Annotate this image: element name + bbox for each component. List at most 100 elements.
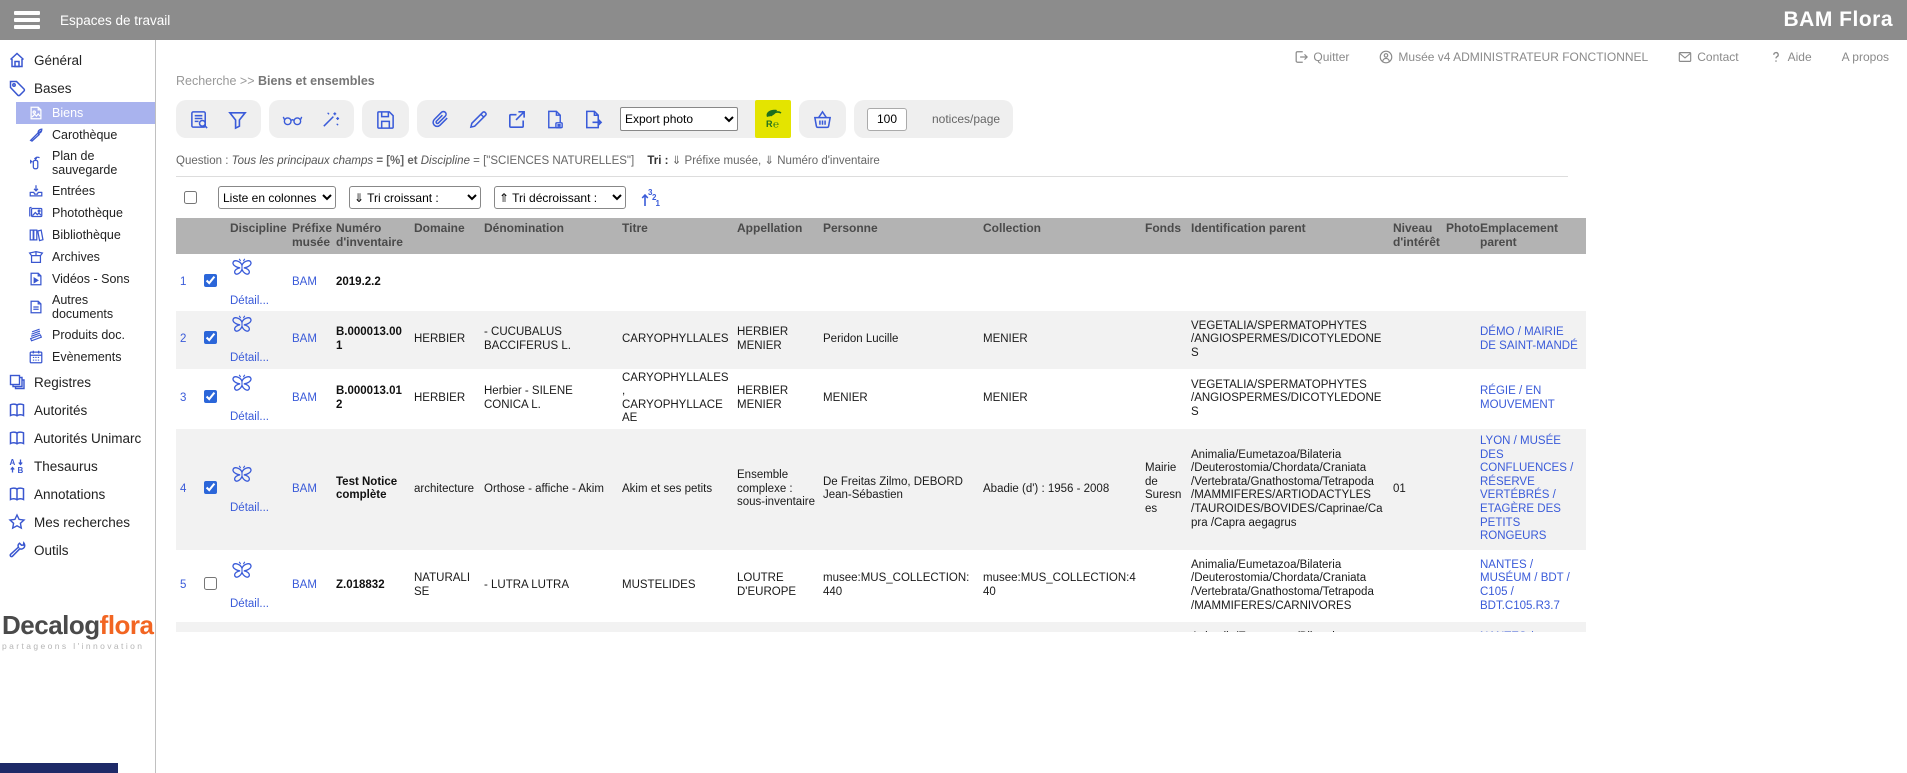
sidebar-item-registres[interactable]: Registres [0, 368, 155, 396]
sidebar-item-general[interactable]: Général [0, 46, 155, 74]
file-export-icon[interactable] [582, 109, 603, 130]
row-number-link[interactable]: 5 [180, 579, 186, 591]
row-checkbox[interactable] [204, 577, 217, 590]
row-number-link[interactable]: 4 [180, 483, 186, 495]
sidebar-item-archives[interactable]: Archives [0, 246, 155, 268]
sort-desc-select[interactable]: ⇑ Tri décroissant : [494, 186, 626, 209]
wrench-icon [8, 541, 26, 559]
sidebar-item-autorites-unimarc[interactable]: Autorités Unimarc [0, 424, 155, 452]
cell-emplacement-parent[interactable]: NANTES / MUSÉUM / BDT / C105 / BDT.C105.… [1480, 559, 1570, 612]
sidebar-item-bibliotheque[interactable]: Bibliothèque [0, 224, 155, 246]
sidebar-item-mes-recherches[interactable]: Mes recherches [0, 508, 155, 536]
page-size-input[interactable] [867, 108, 907, 131]
contact-link[interactable]: Contact [1678, 50, 1738, 64]
display-mode-select[interactable]: Liste en colonnes [218, 186, 336, 209]
sidebar-item-produits-doc[interactable]: Produits doc. [0, 324, 155, 346]
cell-prefixe-musee[interactable]: BAM [292, 483, 317, 495]
sidebar-item-evenements[interactable]: Evènements [0, 346, 155, 368]
filter-icon[interactable] [227, 109, 248, 130]
row-checkbox[interactable] [204, 481, 217, 494]
sidebar-item-bases[interactable]: Bases [0, 74, 155, 102]
sidebar-item-label: Biens [52, 106, 83, 120]
cell-emplacement-parent[interactable]: DÉMO / MAIRIE DE SAINT-MANDÉ [1480, 326, 1578, 352]
svg-text:B: B [18, 466, 24, 475]
sort-asc-select[interactable]: ⇓ Tri croissant : [349, 186, 481, 209]
glasses-icon[interactable] [282, 109, 303, 130]
cell-prefixe-musee[interactable]: BAM [292, 276, 317, 288]
sidebar-item-outils[interactable]: Outils [0, 536, 155, 564]
sidebar-item-phototheque[interactable]: Photothèque [0, 202, 155, 224]
cell-identification-parent: VEGETALIA/SPERMATOPHYTES /ANGIOSPERMES/D… [1187, 311, 1389, 369]
file-print-icon[interactable] [544, 109, 565, 130]
query-tri-label: Tri : [647, 155, 668, 167]
sidebar-item-autres-documents[interactable]: Autres documents [0, 290, 155, 324]
cell-personne: musee:MUS_COLLECTION:439 [819, 622, 979, 632]
sidebar-item-autorites[interactable]: Autorités [0, 396, 155, 424]
header-appellation: Appellation [733, 218, 819, 254]
cell-numero-inventaire: B.000013.001 [336, 326, 402, 352]
list-search-icon[interactable] [189, 109, 210, 130]
row-number-link[interactable]: 3 [180, 392, 186, 404]
row-number-link[interactable]: 1 [180, 276, 186, 288]
aide-link[interactable]: Aide [1769, 50, 1812, 64]
open-external-icon[interactable] [506, 109, 527, 130]
detail-link[interactable]: Détail... [230, 598, 284, 612]
cell-collection: MENIER [979, 311, 1141, 369]
breadcrumb: Recherche >> Biens et ensembles [176, 74, 1907, 88]
cell-prefixe-musee[interactable]: BAM [292, 392, 317, 404]
cell-denomination [480, 254, 618, 312]
select-all-checkbox[interactable] [184, 191, 197, 204]
cell-identification-parent [1187, 254, 1389, 312]
save-icon[interactable] [375, 109, 396, 130]
pencil-icon[interactable] [468, 109, 489, 130]
cell-photo [1442, 369, 1476, 429]
query-field-2: Discipline [421, 155, 470, 167]
row-checkbox[interactable] [204, 390, 217, 403]
sidebar-item-biens[interactable]: Biens [16, 102, 155, 124]
cell-titre: CARYOPHYLLALES [618, 311, 733, 369]
sidebar-item-thesaurus[interactable]: ABThesaurus [0, 452, 155, 480]
hamburger-menu-icon[interactable] [14, 11, 40, 29]
butterfly-icon [230, 257, 254, 279]
sidebar-item-carotheque[interactable]: Carothèque [0, 124, 155, 146]
detail-link[interactable]: Détail... [230, 411, 284, 425]
sort-321-icon[interactable]: 321 [639, 187, 661, 209]
cell-prefixe-musee[interactable]: BAM [292, 579, 317, 591]
cell-domaine: HERBIER [410, 369, 480, 429]
sidebar-item-label: Archives [52, 250, 100, 264]
carrot-icon [28, 127, 44, 143]
quitter-link[interactable]: Quitter [1294, 50, 1349, 64]
cell-denomination: Herbier - SILENE CONICA L. [480, 369, 618, 429]
sidebar-item-annotations[interactable]: Annotations [0, 480, 155, 508]
detail-link[interactable]: Détail... [230, 352, 284, 366]
header-checkbox [200, 218, 226, 254]
mail-icon [1678, 50, 1692, 64]
sidebar-item-label: Bibliothèque [52, 228, 121, 242]
row-checkbox[interactable] [204, 274, 217, 287]
user-menu[interactable]: Musée v4 ADMINISTRATEUR FONCTIONNEL [1379, 50, 1648, 64]
cell-prefixe-musee[interactable]: BAM [292, 333, 317, 345]
recolnat-highlight[interactable]: R℮ [755, 100, 791, 138]
cell-appellation: HERBIER MENIER [733, 311, 819, 369]
list-controls: Liste en colonnes ⇓ Tri croissant : ⇑ Tr… [176, 176, 1568, 216]
cell-emplacement-parent[interactable]: NANTES / MUSÉUM / BDT / C105 / BDT.C105.… [1480, 631, 1570, 632]
sidebar-item-entrees[interactable]: Entrées [0, 180, 155, 202]
sidebar-item-videos-sons[interactable]: Vidéos - Sons [0, 268, 155, 290]
cell-fonds [1141, 311, 1187, 369]
row-number-link[interactable]: 2 [180, 333, 186, 345]
star-icon [8, 513, 26, 531]
paperclip-icon[interactable] [430, 109, 451, 130]
cell-numero-inventaire: 2019.2.2 [336, 276, 381, 288]
magic-wand-icon[interactable] [320, 109, 341, 130]
apropos-link[interactable]: A propos [1842, 50, 1889, 64]
basket-icon[interactable] [812, 109, 833, 130]
detail-link[interactable]: Détail... [230, 502, 284, 516]
row-checkbox[interactable] [204, 331, 217, 344]
detail-link[interactable]: Détail... [230, 295, 284, 309]
cell-emplacement-parent[interactable]: RÉGIE / EN MOUVEMENT [1480, 385, 1555, 411]
export-photo-select[interactable]: Export photo [620, 107, 738, 131]
results-table-wrap: Discipline Préfixe musée Numéro d'invent… [176, 218, 1907, 632]
cell-collection: Abadie (d') : 1956 - 2008 [979, 429, 1141, 550]
sidebar-item-plan-de-sauvegarde[interactable]: Plan de sauvegarde [0, 146, 155, 180]
cell-emplacement-parent[interactable]: LYON / MUSÉE DES CONFLUENCES / RÉSERVE V… [1480, 435, 1573, 542]
